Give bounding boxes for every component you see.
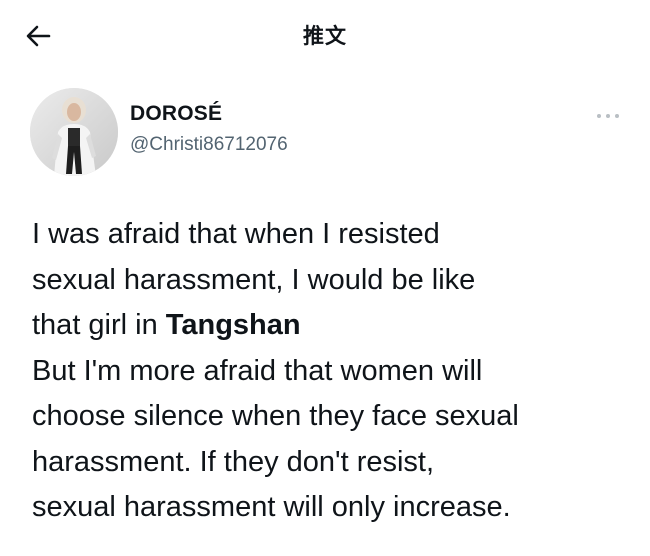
author-display-name[interactable]: DOROSÉ <box>130 102 222 126</box>
tweet-line: that girl in Tangshan <box>32 303 632 349</box>
tweet-text: I was afraid that when I resisted sexual… <box>32 212 632 531</box>
tweet-line: sexual harassment will only increase. <box>32 491 511 523</box>
tweet-line: I was afraid that when I resisted <box>32 218 440 250</box>
more-options-button[interactable] <box>590 104 626 128</box>
author-handle[interactable]: @Christi86712076 <box>130 134 288 156</box>
avatar[interactable] <box>30 88 118 176</box>
page-title: 推文 <box>303 24 347 48</box>
tweet-line-text: that girl in <box>32 309 166 341</box>
more-horizontal-icon <box>597 114 619 118</box>
top-bar: 推文 <box>0 0 650 74</box>
tweet-line: But I'm more afraid that women will <box>32 354 483 387</box>
highlighted-place-name: Tangshan <box>165 309 301 341</box>
tweet-line: choose silence when they face sexual <box>32 400 519 432</box>
tweet-author: DOROSÉ @Christi86712076 <box>30 88 630 178</box>
tweet-line: harassment. If they don't resist, <box>32 445 435 478</box>
tweet-line: sexual harassment, I would be like <box>32 263 476 296</box>
profile-photo <box>30 88 118 176</box>
